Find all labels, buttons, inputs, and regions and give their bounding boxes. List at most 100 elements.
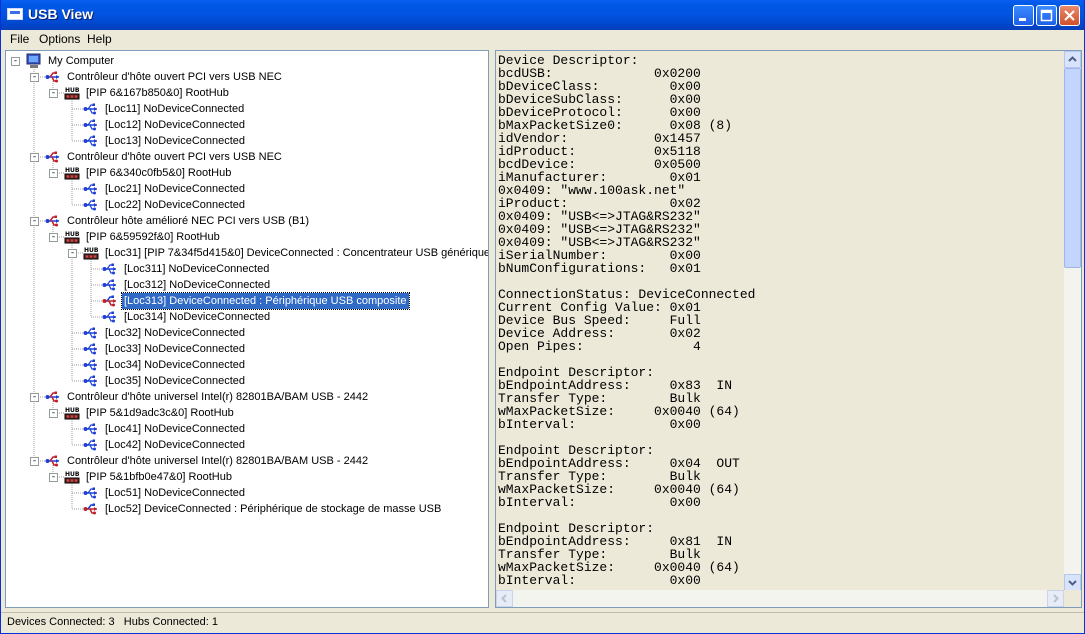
minimize-icon <box>1019 18 1026 21</box>
collapse-toggle-icon[interactable]: - <box>30 393 39 402</box>
usb-controller-icon <box>45 455 59 467</box>
menu-help[interactable]: Help <box>87 32 112 46</box>
usb-port-icon <box>83 487 97 499</box>
tree-node-label: [Loc314] NoDeviceConnected <box>124 311 271 323</box>
scroll-thumb[interactable] <box>1064 68 1081 268</box>
collapse-toggle-icon[interactable]: - <box>30 217 39 226</box>
collapse-toggle-icon[interactable]: - <box>49 409 58 418</box>
usb-device-icon <box>83 503 97 515</box>
scroll-up-icon <box>1068 56 1077 62</box>
vertical-scrollbar[interactable] <box>1064 51 1081 591</box>
usb-controller-icon <box>45 215 59 227</box>
tree-node-label: [PIP 6&59592f&0] RootHub <box>86 231 220 243</box>
tree-node-label: [PIP 5&1bfb0e47&0] RootHub <box>86 471 232 483</box>
menu-file[interactable]: File <box>10 32 29 46</box>
maximize-button[interactable] <box>1036 5 1057 26</box>
svg-text:HUB: HUB <box>84 247 99 254</box>
tree-node-label: [Loc11] NoDeviceConnected <box>105 103 245 115</box>
tree-node-label: [PIP 6&340c0fb5&0] RootHub <box>86 167 232 179</box>
collapse-toggle-icon[interactable]: - <box>30 153 39 162</box>
usb-port-icon <box>83 423 97 435</box>
tree-node-label: [Loc13] NoDeviceConnected <box>105 135 246 147</box>
tree-node-label: Contrôleur d'hôte ouvert PCI vers USB NE… <box>67 151 282 163</box>
tree-node-label: [Loc33] NoDeviceConnected <box>105 343 246 355</box>
scroll-down-button[interactable] <box>1064 574 1081 591</box>
svg-text:HUB: HUB <box>65 471 80 478</box>
tree-node-label: Contrôleur d'hôte universel Intel(r) 828… <box>67 455 369 467</box>
menu-bar: File Options Help <box>1 30 1084 49</box>
close-button[interactable] <box>1059 5 1080 26</box>
tree-node-label: [Loc41] NoDeviceConnected <box>105 423 246 435</box>
close-icon <box>1064 10 1075 21</box>
maximize-icon <box>1040 9 1053 22</box>
tree-node-label: [Loc42] NoDeviceConnected <box>105 439 246 451</box>
computer-icon <box>26 53 41 68</box>
usb-port-icon <box>83 119 97 131</box>
collapse-toggle-icon[interactable]: - <box>49 473 58 482</box>
detail-line: bInterval: 0x00 <box>498 573 701 588</box>
usb-controller-icon <box>45 151 59 163</box>
tree-node-label: [Loc12] NoDeviceConnected <box>105 119 246 131</box>
collapse-toggle-icon[interactable]: - <box>30 457 39 466</box>
usb-port-icon <box>83 359 97 371</box>
window-title: USB View <box>28 6 94 22</box>
hub-icon: HUB <box>64 407 80 420</box>
scroll-left-button[interactable] <box>496 590 513 607</box>
tree-node-label: Contrôleur hôte amélioré NEC PCI vers US… <box>67 215 310 227</box>
usb-port-icon <box>83 375 97 387</box>
hub-icon: HUB <box>83 247 99 260</box>
collapse-toggle-icon[interactable]: - <box>49 89 58 98</box>
tree-node-label: [Loc32] NoDeviceConnected <box>105 327 246 339</box>
details-pane[interactable]: Device Descriptor: bcdUSB: 0x0200 bDeviceC… <box>495 50 1082 608</box>
usb-port-icon <box>83 199 97 211</box>
device-tree[interactable]: My Computer - Contrôleur d'hôte ouvert PCI… <box>5 50 489 608</box>
svg-text:HUB: HUB <box>65 87 80 94</box>
usb-port-icon <box>102 279 116 291</box>
collapse-toggle-icon[interactable]: - <box>30 73 39 82</box>
hub-icon: HUB <box>64 87 80 100</box>
usb-port-icon <box>83 135 97 147</box>
tree-lines <box>33 65 102 510</box>
tree-node-label: Contrôleur d'hôte universel Intel(r) 828… <box>67 391 369 403</box>
detail-line: bInterval: 0x00 <box>498 495 701 510</box>
scroll-up-button[interactable] <box>1064 51 1081 68</box>
horizontal-scrollbar[interactable] <box>496 590 1064 607</box>
detail-line: Open Pipes: 4 <box>498 339 701 354</box>
hub-icon: HUB <box>64 167 80 180</box>
status-bar: Devices Connected: 3 Hubs Connected: 1 <box>1 612 1084 633</box>
collapse-toggle-icon[interactable]: - <box>49 233 58 242</box>
tree-node-label: My Computer <box>48 55 115 67</box>
hub-icon: HUB <box>64 231 80 244</box>
tree-node-label: [PIP 6&167b850&0] RootHub <box>86 87 229 99</box>
minimize-button[interactable] <box>1013 5 1034 26</box>
hub-icon: HUB <box>64 471 80 484</box>
status-text: Devices Connected: 3 Hubs Connected: 1 <box>7 616 218 628</box>
scroll-right-icon <box>1053 594 1059 603</box>
svg-text:HUB: HUB <box>65 167 80 174</box>
tree-node-label: [Loc311] NoDeviceConnected <box>124 263 270 275</box>
tree-node-label: [Loc313] DeviceConnected : Périphérique … <box>121 292 410 310</box>
collapse-toggle-icon[interactable]: - <box>68 249 77 258</box>
tree-node-label: [Loc35] NoDeviceConnected <box>105 375 246 387</box>
usb-controller-icon <box>45 391 59 403</box>
scroll-down-icon <box>1068 580 1077 586</box>
tree-node-label: [Loc312] NoDeviceConnected <box>124 279 271 291</box>
menu-options[interactable]: Options <box>39 32 80 46</box>
tree-node-label: [Loc31] [PIP 7&34f5d415&0] DeviceConnect… <box>105 247 489 259</box>
usb-port-icon <box>102 311 116 323</box>
tree-node-label: [Loc51] NoDeviceConnected <box>105 487 246 499</box>
tree-node-label: Contrôleur d'hôte ouvert PCI vers USB NE… <box>67 71 282 83</box>
collapse-toggle-icon[interactable]: - <box>11 57 20 66</box>
scroll-right-button[interactable] <box>1047 590 1064 607</box>
usb-port-icon <box>83 327 97 339</box>
usb-port-icon <box>83 183 97 195</box>
usb-controller-icon <box>45 71 59 83</box>
usb-port-icon <box>102 263 116 275</box>
title-bar[interactable]: USB View <box>1 0 1084 30</box>
tree-node-label: [PIP 5&1d9adc3c&0] RootHub <box>86 407 234 419</box>
detail-line: bNumConfigurations: 0x01 <box>498 261 701 276</box>
usb-port-icon <box>83 439 97 451</box>
tree-node-label: [Loc22] NoDeviceConnected <box>105 199 246 211</box>
svg-text:HUB: HUB <box>65 231 80 238</box>
collapse-toggle-icon[interactable]: - <box>49 169 58 178</box>
